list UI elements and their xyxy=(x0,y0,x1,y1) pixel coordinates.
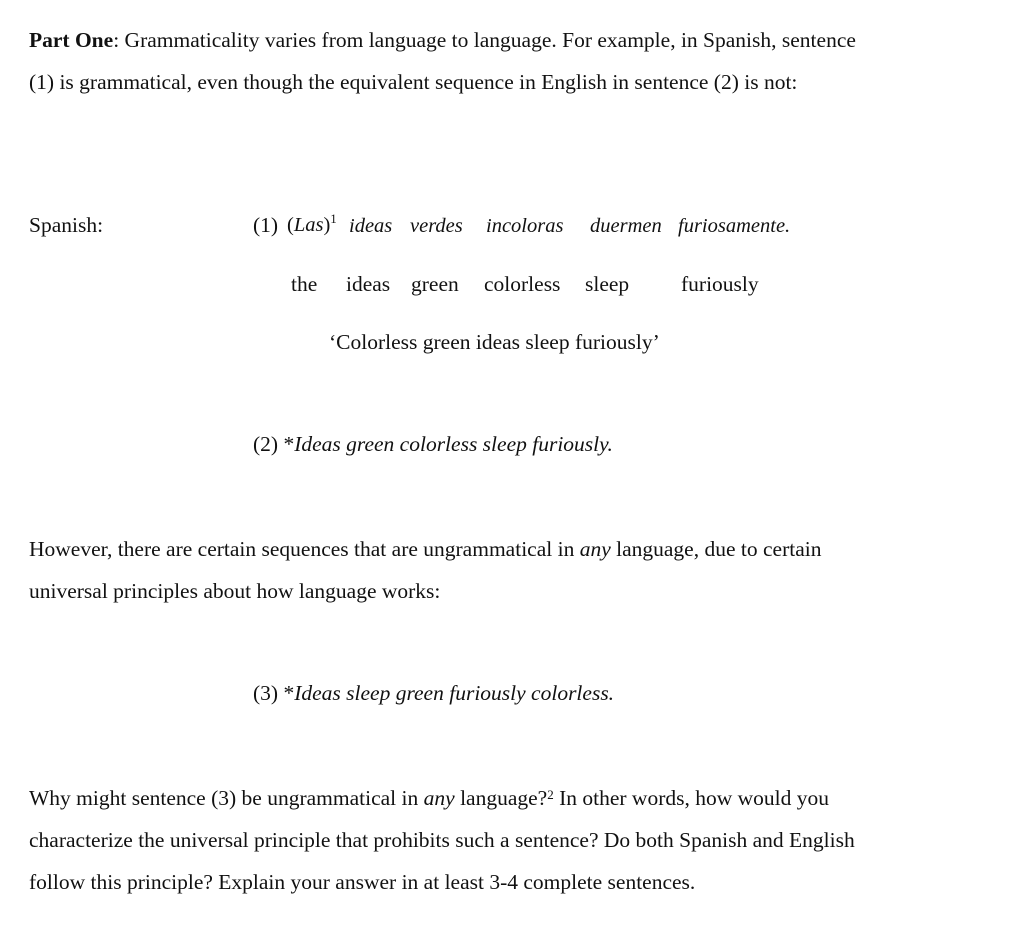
gloss-word: green xyxy=(411,272,459,296)
example-1-number: (1) xyxy=(253,213,279,237)
example-1-article: Las xyxy=(293,214,324,236)
part-heading: Part One xyxy=(29,28,114,52)
example-3-sentence: Ideas sleep green furiously colorless. xyxy=(294,681,615,705)
question-line-1-end: In other words, how would you xyxy=(553,786,830,810)
question-line-1: Why might sentence (3) be ungrammatical … xyxy=(29,777,1004,819)
example-1-word: duermen xyxy=(590,215,662,237)
footnote-marker-1: 1 xyxy=(330,211,337,226)
example-2: (2) *Ideas green colorless sleep furious… xyxy=(253,432,613,456)
middle-line-2: universal principles about how language … xyxy=(29,579,441,603)
intro-paragraph: Part One: Grammaticality varies from lan… xyxy=(29,19,1004,103)
example-3: (3) *Ideas sleep green furiously colorle… xyxy=(253,681,615,705)
example-1-translation: ‘Colorless green ideas sleep furiously’ xyxy=(329,330,660,354)
question-line-1-text: Why might sentence (3) be ungrammatical … xyxy=(29,786,424,810)
middle-line-1-text-end: language, due to certain xyxy=(610,537,822,561)
question-line-1-mid: language? xyxy=(454,786,548,810)
emphasis-any: any xyxy=(423,786,455,810)
example-1-word-las: (Las)1 xyxy=(287,211,337,236)
example-2-number: (2) xyxy=(253,432,279,456)
question-line-2: characterize the universal principle tha… xyxy=(29,828,855,852)
example-3-number: (3) xyxy=(253,681,279,705)
gloss-word: the xyxy=(291,272,318,296)
footnote-marker-2: 2 xyxy=(547,787,554,802)
intro-line-1-text: : Grammaticality varies from language to… xyxy=(113,28,856,52)
language-label: Spanish: xyxy=(29,213,104,237)
middle-paragraph: However, there are certain sequences tha… xyxy=(29,528,1004,612)
ungrammatical-star: * xyxy=(283,432,295,456)
example-1-word: furiosamente. xyxy=(678,215,791,237)
ungrammatical-star: * xyxy=(283,681,295,705)
question-line-3: follow this principle? Explain your answ… xyxy=(29,870,696,894)
gloss-word: colorless xyxy=(484,272,561,296)
emphasis-any: any xyxy=(579,537,611,561)
example-2-sentence: Ideas green colorless sleep furiously. xyxy=(294,432,613,456)
example-1-word: verdes xyxy=(410,215,463,237)
intro-line-1: Part One: Grammaticality varies from lan… xyxy=(29,19,1004,61)
middle-line-1-text: However, there are certain sequences tha… xyxy=(29,537,580,561)
question-paragraph: Why might sentence (3) be ungrammatical … xyxy=(29,777,1004,903)
middle-line-1: However, there are certain sequences tha… xyxy=(29,528,1004,570)
gloss-word: ideas xyxy=(346,272,391,296)
gloss-word: sleep xyxy=(585,272,630,296)
example-1-word: ideas xyxy=(349,215,393,237)
gloss-word: furiously xyxy=(681,272,759,296)
example-1-word: incoloras xyxy=(486,215,564,237)
intro-line-2: (1) is grammatical, even though the equi… xyxy=(29,70,798,94)
